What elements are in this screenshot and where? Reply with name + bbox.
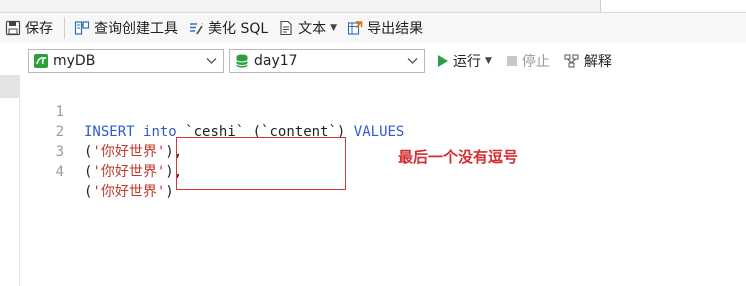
explain-button[interactable]: 解释 <box>560 49 616 73</box>
export-results-button[interactable]: 导出结果 <box>342 16 428 40</box>
punct-token: ) <box>165 184 174 200</box>
code-line: 2 ('你好世界'), <box>20 102 183 160</box>
text-dropdown-caret-icon: ▼ <box>330 23 338 33</box>
text-menu-button[interactable]: 文本 ▼ <box>273 16 342 40</box>
string-token: '你好世界' <box>92 164 166 180</box>
connection-bar: myDB day17 运行 ▼ 停止 解释 <box>0 45 746 77</box>
code-line: 4 ('你好世界') <box>20 142 174 200</box>
side-panel-edge <box>0 75 19 98</box>
database-value: day17 <box>254 53 298 69</box>
code-line: 3 ('你好世界'), <box>20 122 183 180</box>
code-line: 1 INSERT into `ceshi` (`content`) VALUES <box>20 82 405 140</box>
beautify-icon <box>190 23 203 35</box>
editor-tab-edge[interactable] <box>600 0 746 12</box>
sql-editor[interactable]: 1 INSERT into `ceshi` (`content`) VALUES… <box>20 82 746 286</box>
main-toolbar: 保存 查询创建工具 美化 SQL 文本 ▼ 导出结果 <box>0 13 746 43</box>
save-icon <box>5 20 21 36</box>
connection-value: myDB <box>53 53 96 69</box>
database-icon <box>236 54 248 68</box>
query-builder-label: 查询创建工具 <box>94 21 178 37</box>
document-icon <box>280 20 292 36</box>
play-icon <box>438 55 448 67</box>
save-button[interactable]: 保存 <box>0 16 58 40</box>
query-builder-icon <box>74 21 90 35</box>
connection-select[interactable]: myDB <box>28 49 224 73</box>
annotation-note: 最后一个没有逗号 <box>398 148 519 166</box>
run-button[interactable]: 运行 ▼ <box>433 49 496 73</box>
stop-button[interactable]: 停止 <box>502 49 554 73</box>
database-select[interactable]: day17 <box>229 49 425 73</box>
tab-strip <box>0 0 746 13</box>
explain-icon <box>564 54 579 68</box>
toolbar-divider <box>64 17 65 39</box>
beautify-sql-button[interactable]: 美化 SQL <box>183 16 273 40</box>
code-text: ('你好世界') <box>84 182 174 202</box>
stop-label: 停止 <box>521 54 550 70</box>
run-label: 运行 <box>453 54 481 70</box>
export-label: 导出结果 <box>367 21 424 37</box>
mysql-connection-icon <box>34 54 48 68</box>
keyword-token: VALUES <box>353 124 405 140</box>
code-text: ('你好世界'), <box>84 142 182 162</box>
explain-label: 解释 <box>583 54 612 70</box>
save-label: 保存 <box>25 21 53 37</box>
export-icon <box>348 21 363 35</box>
chevron-down-icon <box>206 58 217 64</box>
query-builder-button[interactable]: 查询创建工具 <box>69 16 183 40</box>
line-number: 4 <box>55 164 64 180</box>
keyword-token: INSERT <box>84 124 135 140</box>
beautify-label: 美化 SQL <box>208 21 269 37</box>
code-text: ('你好世界'), <box>84 162 182 182</box>
run-dropdown-caret-icon[interactable]: ▼ <box>485 56 492 66</box>
string-token: '你好世界' <box>92 144 166 160</box>
stop-icon <box>506 56 517 66</box>
text-label: 文本 <box>298 21 327 37</box>
chevron-down-icon <box>407 58 418 64</box>
annotation-highlight-box <box>176 137 346 190</box>
string-token: '你好世界' <box>92 184 166 200</box>
keyword-token: into <box>143 124 177 140</box>
